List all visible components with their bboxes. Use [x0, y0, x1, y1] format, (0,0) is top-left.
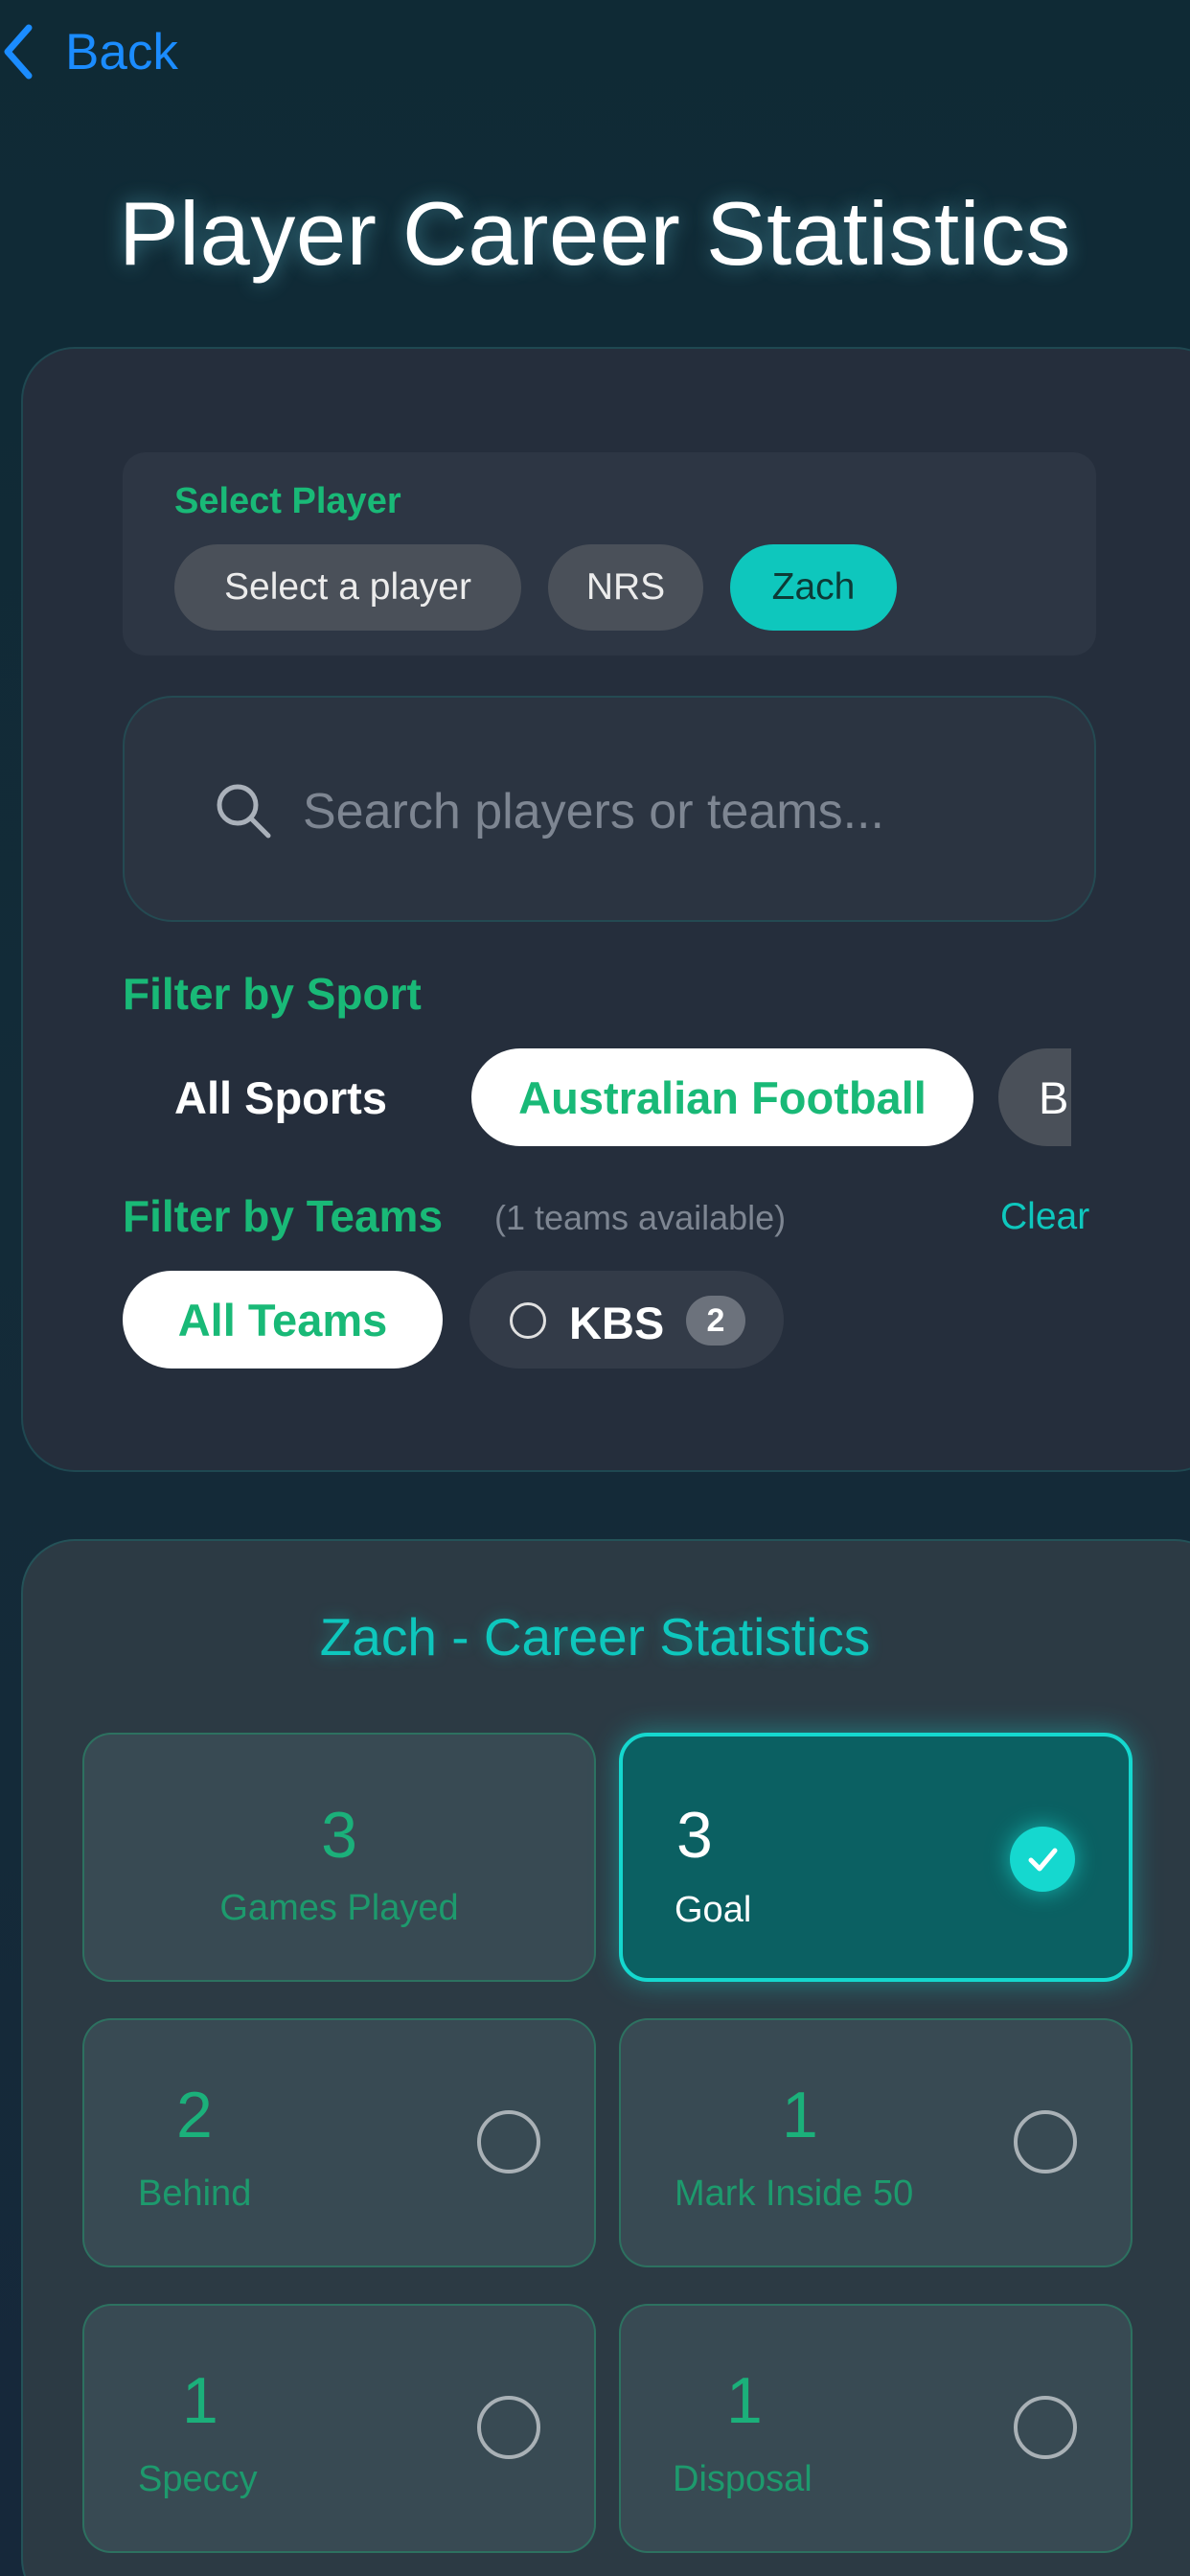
page: Back Player Career Statistics Select Pla… — [0, 0, 1190, 2576]
stat-label: Speccy — [138, 2459, 258, 2499]
stat-value: 1 — [726, 2364, 763, 2437]
sport-chip-australian-football[interactable]: Australian Football — [471, 1048, 973, 1146]
stat-value: 3 — [676, 1799, 713, 1872]
stat-label: Goal — [675, 1890, 752, 1930]
stat-value: 1 — [182, 2364, 218, 2437]
checkmark-icon — [1010, 1827, 1075, 1892]
stat-tile-speccy[interactable]: 1 Speccy — [82, 2304, 596, 2553]
team-name: KBS — [569, 1298, 665, 1348]
teams-available-count: (1 teams available) — [494, 1198, 787, 1237]
radio-unchecked-icon — [477, 2110, 540, 2174]
chevron-left-icon — [4, 24, 33, 80]
search-icon — [217, 784, 271, 839]
select-player-label: Select Player — [174, 481, 401, 521]
stat-tile-disposal[interactable]: 1 Disposal — [619, 2304, 1133, 2553]
stat-tile-goal[interactable]: 3 Goal — [619, 1733, 1133, 1982]
stat-label: Mark Inside 50 — [675, 2174, 914, 2214]
stat-label: Games Played — [219, 1888, 459, 1928]
clear-teams-button[interactable]: Clear — [1000, 1196, 1089, 1238]
back-button[interactable]: Back — [0, 13, 178, 90]
radio-unchecked-icon — [477, 2396, 540, 2459]
stat-value: 2 — [176, 2079, 213, 2151]
sport-chip-all[interactable]: All Sports — [174, 1071, 387, 1124]
team-count-badge: 2 — [686, 1296, 745, 1346]
page-title: Player Career Statistics — [118, 183, 1072, 284]
player-chip-zach[interactable]: Zach — [730, 544, 897, 631]
player-chip-nrs[interactable]: NRS — [548, 544, 703, 631]
search-input[interactable] — [303, 778, 1031, 845]
radio-unchecked-icon — [1014, 2396, 1077, 2459]
player-chip-select[interactable]: Select a player — [174, 544, 521, 631]
stat-tile-behind[interactable]: 2 Behind — [82, 2018, 596, 2267]
stat-value: 1 — [782, 2079, 818, 2151]
radio-unchecked-icon — [510, 1302, 546, 1339]
stat-tile-mark-inside-50[interactable]: 1 Mark Inside 50 — [619, 2018, 1133, 2267]
team-chip-all[interactable]: All Teams — [123, 1271, 443, 1368]
filter-by-teams-label: Filter by Teams — [123, 1191, 444, 1241]
stat-value: 3 — [321, 1799, 357, 1872]
stat-label: Disposal — [673, 2459, 812, 2499]
back-label: Back — [65, 23, 178, 80]
radio-unchecked-icon — [1014, 2110, 1077, 2174]
stat-tile-games-played[interactable]: 3 Games Played — [82, 1733, 596, 1982]
stat-label: Behind — [138, 2174, 252, 2214]
filter-by-sport-label: Filter by Sport — [123, 969, 422, 1019]
stats-title: Zach - Career Statistics — [319, 1607, 871, 1667]
